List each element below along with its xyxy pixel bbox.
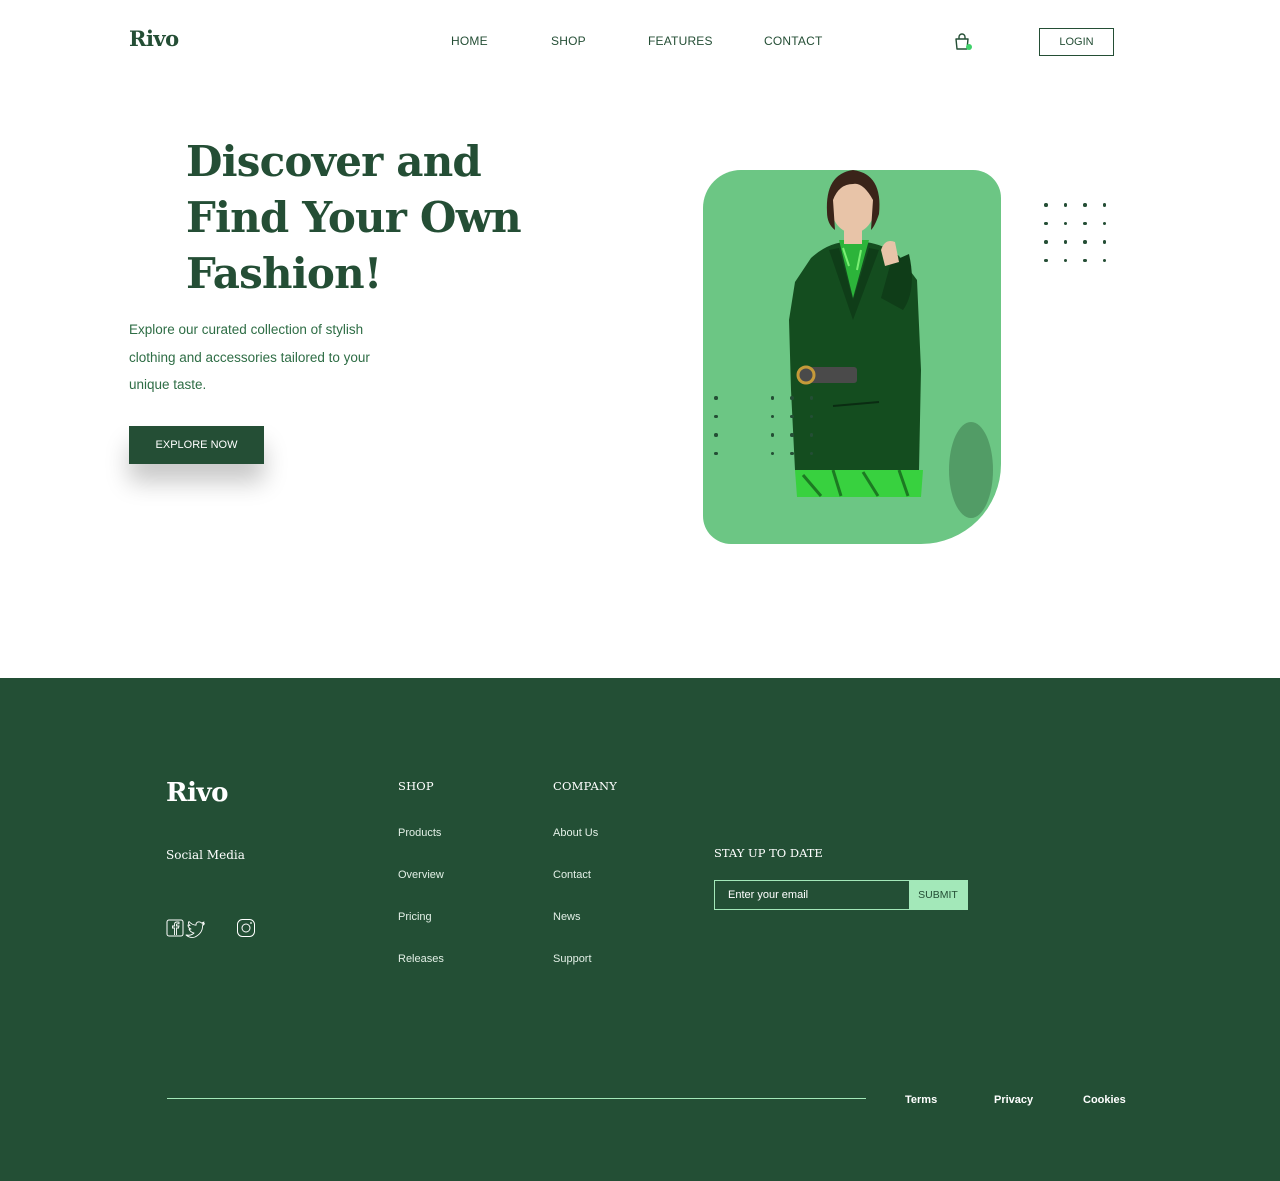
footer-link-cookies[interactable]: Cookies [1083, 1094, 1126, 1106]
decorative-dot [1102, 203, 1106, 207]
decorative-dot [1102, 221, 1106, 225]
footer-link-about-us[interactable]: About Us [553, 827, 598, 839]
decorative-dot [1044, 203, 1048, 207]
decorative-dot [1102, 258, 1106, 262]
hero-description-line: unique taste. [129, 377, 207, 392]
footer-link-news[interactable]: News [553, 911, 581, 923]
decorative-dot [1083, 240, 1087, 244]
hero-description-line: clothing and accessories tailored to you… [129, 349, 370, 365]
email-input[interactable] [715, 881, 909, 909]
social-media-heading: Social Media [166, 848, 245, 862]
footer-link-terms[interactable]: Terms [905, 1094, 937, 1106]
hero-title-line: Fashion! [186, 249, 382, 298]
footer-logo[interactable]: Rivo [166, 778, 228, 808]
facebook-icon[interactable] [166, 919, 184, 937]
decorative-dot [714, 451, 718, 455]
decorative-dot [1044, 221, 1048, 225]
model-photo [789, 170, 993, 518]
footer-link-privacy[interactable]: Privacy [994, 1094, 1033, 1106]
decorative-dot [1063, 240, 1067, 244]
nav-features[interactable]: FEATURES [648, 34, 713, 48]
nav-home[interactable]: HOME [451, 34, 488, 48]
decorative-dot [1102, 240, 1106, 244]
decorative-dot [1063, 258, 1067, 262]
cart-badge-dot [966, 44, 972, 50]
hero-title-line: Find Your Own [186, 193, 522, 242]
decorative-dot [1083, 221, 1087, 225]
decorative-dot [809, 451, 814, 455]
decorative-dot [770, 451, 775, 455]
decorative-dot [809, 433, 814, 437]
hero-title-line: Discover and [186, 137, 482, 186]
footer-shop-heading: SHOP [398, 779, 434, 793]
brand-logo[interactable]: Rivo [129, 26, 179, 51]
footer-link-pricing[interactable]: Pricing [398, 911, 432, 923]
hero-image-card [703, 170, 1001, 544]
decorative-dot [1063, 203, 1067, 207]
decorative-dot [790, 433, 794, 437]
footer-link-overview[interactable]: Overview [398, 869, 444, 881]
decorative-dot [770, 396, 775, 400]
decorative-dot [714, 396, 718, 400]
decorative-dot [714, 433, 718, 437]
nav-shop[interactable]: SHOP [551, 34, 586, 48]
footer-link-support[interactable]: Support [553, 953, 592, 965]
decorative-dot [1063, 221, 1067, 225]
decorative-dot [809, 396, 814, 400]
decorative-dot [1044, 240, 1048, 244]
decorative-dot [809, 414, 814, 418]
footer-link-products[interactable]: Products [398, 827, 441, 839]
explore-now-button[interactable]: EXPLORE NOW [129, 426, 264, 464]
decorative-dot [1044, 258, 1048, 262]
footer-link-contact[interactable]: Contact [553, 869, 591, 881]
decorative-dot [770, 433, 775, 437]
twitter-icon[interactable] [185, 921, 205, 939]
decorative-dot [714, 414, 718, 418]
newsletter-heading: STAY UP TO DATE [714, 846, 823, 860]
instagram-icon[interactable] [236, 918, 256, 938]
login-button[interactable]: LOGIN [1039, 28, 1114, 56]
footer-divider [167, 1098, 866, 1100]
decorative-dot [1083, 258, 1087, 262]
hero-title: Discover and Find Your Own Fashion! [186, 134, 546, 302]
footer-company-heading: COMPANY [553, 779, 618, 793]
hero-description: Explore our curated collection of stylis… [129, 316, 429, 399]
hero-description-line: Explore our curated collection of stylis… [129, 322, 364, 337]
decorative-dot [790, 451, 794, 455]
submit-button[interactable]: SUBMIT [909, 881, 967, 909]
nav-contact[interactable]: CONTACT [764, 34, 823, 48]
footer-link-releases[interactable]: Releases [398, 953, 444, 965]
decorative-dot [790, 396, 794, 400]
decorative-dot [790, 414, 794, 418]
decorative-dot [1083, 203, 1087, 207]
newsletter-form: SUBMIT [714, 880, 968, 910]
decorative-dot [770, 414, 775, 418]
